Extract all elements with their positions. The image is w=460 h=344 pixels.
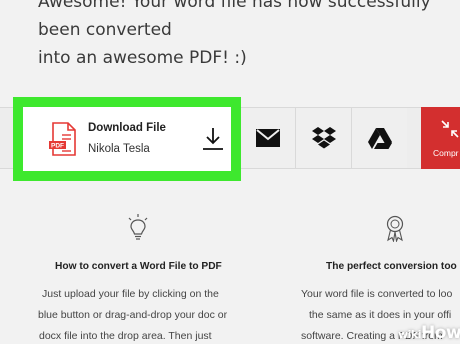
download-icon[interactable]	[201, 126, 225, 152]
lightbulb-icon	[128, 214, 148, 240]
success-message-line-2: into an awesome PDF! :)	[38, 48, 247, 68]
success-panel: Awesome! Your word file has now successf…	[0, 0, 460, 107]
success-message: Awesome! Your word file has now successf…	[38, 0, 458, 72]
feature-left-title: How to convert a Word File to PDF	[55, 261, 222, 272]
compress-icon	[441, 120, 459, 138]
dropbox-share-button[interactable]	[295, 108, 351, 168]
wikihow-watermark: wikiHow	[398, 323, 460, 343]
compress-label: Compr	[433, 148, 459, 158]
success-message-line-1: Awesome! Your word file has now successf…	[38, 0, 431, 40]
feature-left-line-2: blue button or drag-and-drop your doc or	[38, 309, 228, 321]
feature-left-line-1: Just upload your file by clicking on the	[42, 288, 219, 300]
download-title: Download File	[88, 122, 166, 134]
pdf-file-icon: PDF	[49, 122, 76, 156]
download-highlight: PDF Download File Nikola Tesla	[13, 97, 241, 181]
feature-right-line-1: Your word file is converted to loo	[301, 288, 453, 300]
feature-right-title: The perfect conversion too	[326, 261, 457, 272]
mail-icon	[255, 129, 280, 147]
award-ribbon-icon	[386, 215, 404, 242]
download-file-name: Nikola Tesla	[88, 143, 150, 155]
pdf-badge-label: PDF	[51, 143, 64, 150]
compress-button[interactable]: Compr	[421, 107, 460, 169]
google-drive-icon	[367, 127, 392, 149]
google-drive-share-button[interactable]	[351, 108, 407, 168]
download-file-button[interactable]: PDF Download File Nikola Tesla	[23, 107, 231, 171]
feature-left-line-3: docx file into the drop area. Then just	[39, 330, 212, 342]
email-share-button[interactable]	[239, 108, 295, 168]
dropbox-icon	[311, 127, 336, 149]
